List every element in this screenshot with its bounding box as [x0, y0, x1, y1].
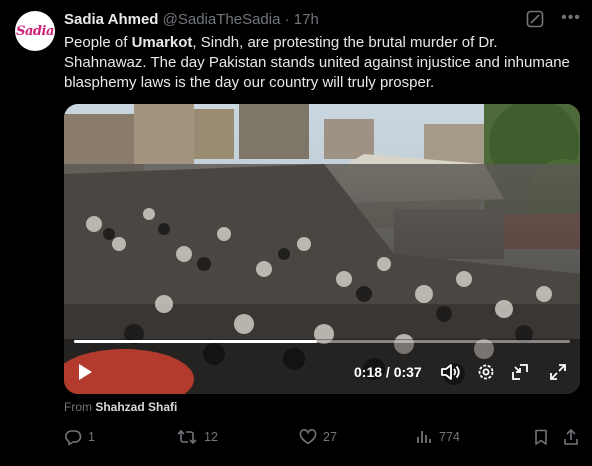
video-player[interactable]: 0:18 / 0:37	[64, 104, 580, 394]
tweet-time[interactable]: 17h	[294, 11, 319, 28]
tweet-header: Sadia Ahmed @SadiaTheSadia · 17h	[64, 11, 319, 29]
repost-button[interactable]: 12	[176, 428, 218, 446]
from-name[interactable]: Shahzad Shafi	[95, 400, 177, 414]
volume-icon[interactable]	[440, 362, 462, 387]
action-bar: 1 12 27 774	[0, 428, 592, 450]
bookmark-icon	[535, 429, 547, 445]
play-icon[interactable]	[76, 362, 94, 387]
avatar-text: Sadia	[16, 23, 54, 39]
fullscreen-icon[interactable]	[548, 362, 568, 387]
view-count: 774	[439, 430, 460, 444]
pip-icon[interactable]	[510, 362, 530, 387]
like-icon	[299, 429, 317, 445]
video-progress-fill	[74, 340, 318, 343]
video-attribution: From Shahzad Shafi	[64, 400, 177, 414]
settings-icon[interactable]	[476, 362, 496, 387]
author-handle[interactable]: @SadiaTheSadia	[163, 11, 281, 28]
tweet-text-prefix: People of	[64, 34, 132, 51]
avatar[interactable]: Sadia	[15, 11, 55, 51]
views-button[interactable]: 774	[415, 428, 460, 446]
like-button[interactable]: 27	[299, 428, 337, 446]
share-button[interactable]	[562, 428, 580, 446]
more-icon[interactable]: •••	[556, 8, 586, 30]
reply-icon	[65, 430, 82, 446]
reply-button[interactable]: 1	[64, 428, 95, 446]
like-count: 27	[323, 430, 337, 444]
from-label: From	[64, 400, 92, 414]
repost-count: 12	[204, 430, 218, 444]
share-icon	[564, 428, 578, 445]
views-icon	[417, 431, 431, 443]
separator-dot: ·	[284, 11, 290, 28]
repost-icon	[177, 429, 197, 445]
video-frame	[64, 104, 580, 394]
video-time: 0:18 / 0:37	[354, 364, 422, 380]
author-name[interactable]: Sadia Ahmed	[64, 11, 158, 28]
bookmark-button[interactable]	[532, 428, 550, 446]
tweet-text-location: Umarkot	[131, 34, 193, 51]
grok-icon[interactable]	[526, 10, 544, 28]
video-progress-track[interactable]	[74, 340, 570, 343]
tweet-text: People of Umarkot, Sindh, are protesting…	[64, 33, 584, 93]
reply-count: 1	[88, 430, 95, 444]
